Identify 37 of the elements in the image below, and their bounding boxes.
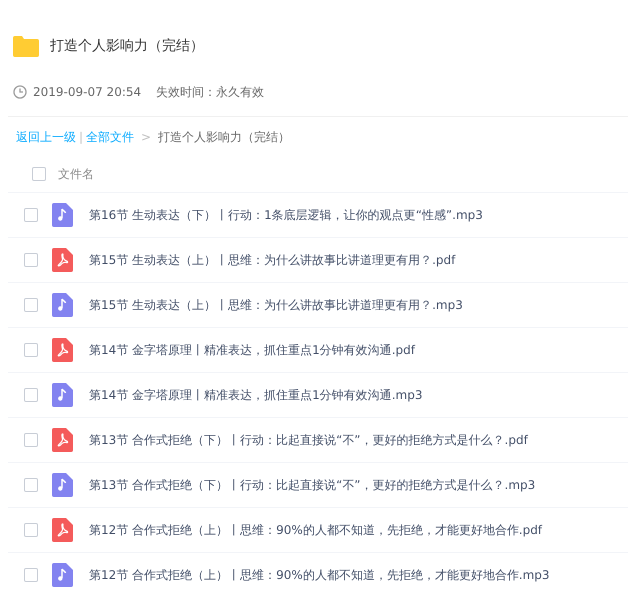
pdf-file-icon <box>52 338 73 362</box>
file-name[interactable]: 第13节 合作式拒绝（下）丨行动：比起直接说“不”，更好的拒绝方式是什么？.pdf <box>89 431 528 449</box>
checkbox[interactable] <box>24 298 38 312</box>
checkbox[interactable] <box>24 253 38 267</box>
pdf-file-icon <box>52 428 73 452</box>
separator: | <box>79 129 84 146</box>
column-header: 文件名 <box>58 166 94 182</box>
file-name[interactable]: 第16节 生动表达（下）丨行动：1条底层逻辑，让你的观点更“性感”.mp3 <box>89 206 483 224</box>
checkbox[interactable] <box>24 208 38 222</box>
music-file-icon <box>52 563 73 587</box>
music-file-icon <box>52 203 73 227</box>
created-date: 2019-09-07 20:54 <box>33 84 142 101</box>
checkbox[interactable] <box>24 388 38 402</box>
file-name[interactable]: 第14节 金字塔原理丨精准表达，抓住重点1分钟有效沟通.pdf <box>89 341 415 359</box>
checkbox[interactable] <box>24 568 38 582</box>
music-file-icon <box>52 473 73 497</box>
checkbox[interactable] <box>24 523 38 537</box>
music-file-icon <box>52 293 73 317</box>
pdf-file-icon <box>52 518 73 542</box>
clock-icon <box>13 85 27 99</box>
file-name[interactable]: 第15节 生动表达（上）丨思维：为什么讲故事比讲道理更有用？.pdf <box>89 251 456 269</box>
music-file-icon <box>52 383 73 407</box>
folder-title: 打造个人影响力（完结） <box>50 36 204 56</box>
file-name[interactable]: 第13节 合作式拒绝（下）丨行动：比起直接说“不”，更好的拒绝方式是什么？.mp3 <box>89 476 536 494</box>
file-name[interactable]: 第12节 合作式拒绝（上）丨思维：90%的人都不知道，先拒绝，才能更好地合作.mp3 <box>89 566 550 584</box>
pdf-file-icon <box>52 248 73 272</box>
file-name[interactable]: 第15节 生动表达（上）丨思维：为什么讲故事比讲道理更有用？.mp3 <box>89 296 463 314</box>
checkbox[interactable] <box>32 166 46 180</box>
expiry-text: 失效时间：永久有效 <box>156 84 264 101</box>
file-name[interactable]: 第14节 金字塔原理丨精准表达，抓住重点1分钟有效沟通.mp3 <box>89 386 422 404</box>
checkbox[interactable] <box>24 343 38 357</box>
checkbox[interactable] <box>24 433 38 447</box>
checkbox[interactable] <box>24 478 38 492</box>
breadcrumb-arrow: > <box>141 129 152 146</box>
current-folder: 打造个人影响力（完结） <box>158 129 290 146</box>
file-name[interactable]: 第12节 合作式拒绝（上）丨思维：90%的人都不知道，先拒绝，才能更好地合作.pdf <box>89 521 542 539</box>
folder-icon <box>13 36 39 56</box>
